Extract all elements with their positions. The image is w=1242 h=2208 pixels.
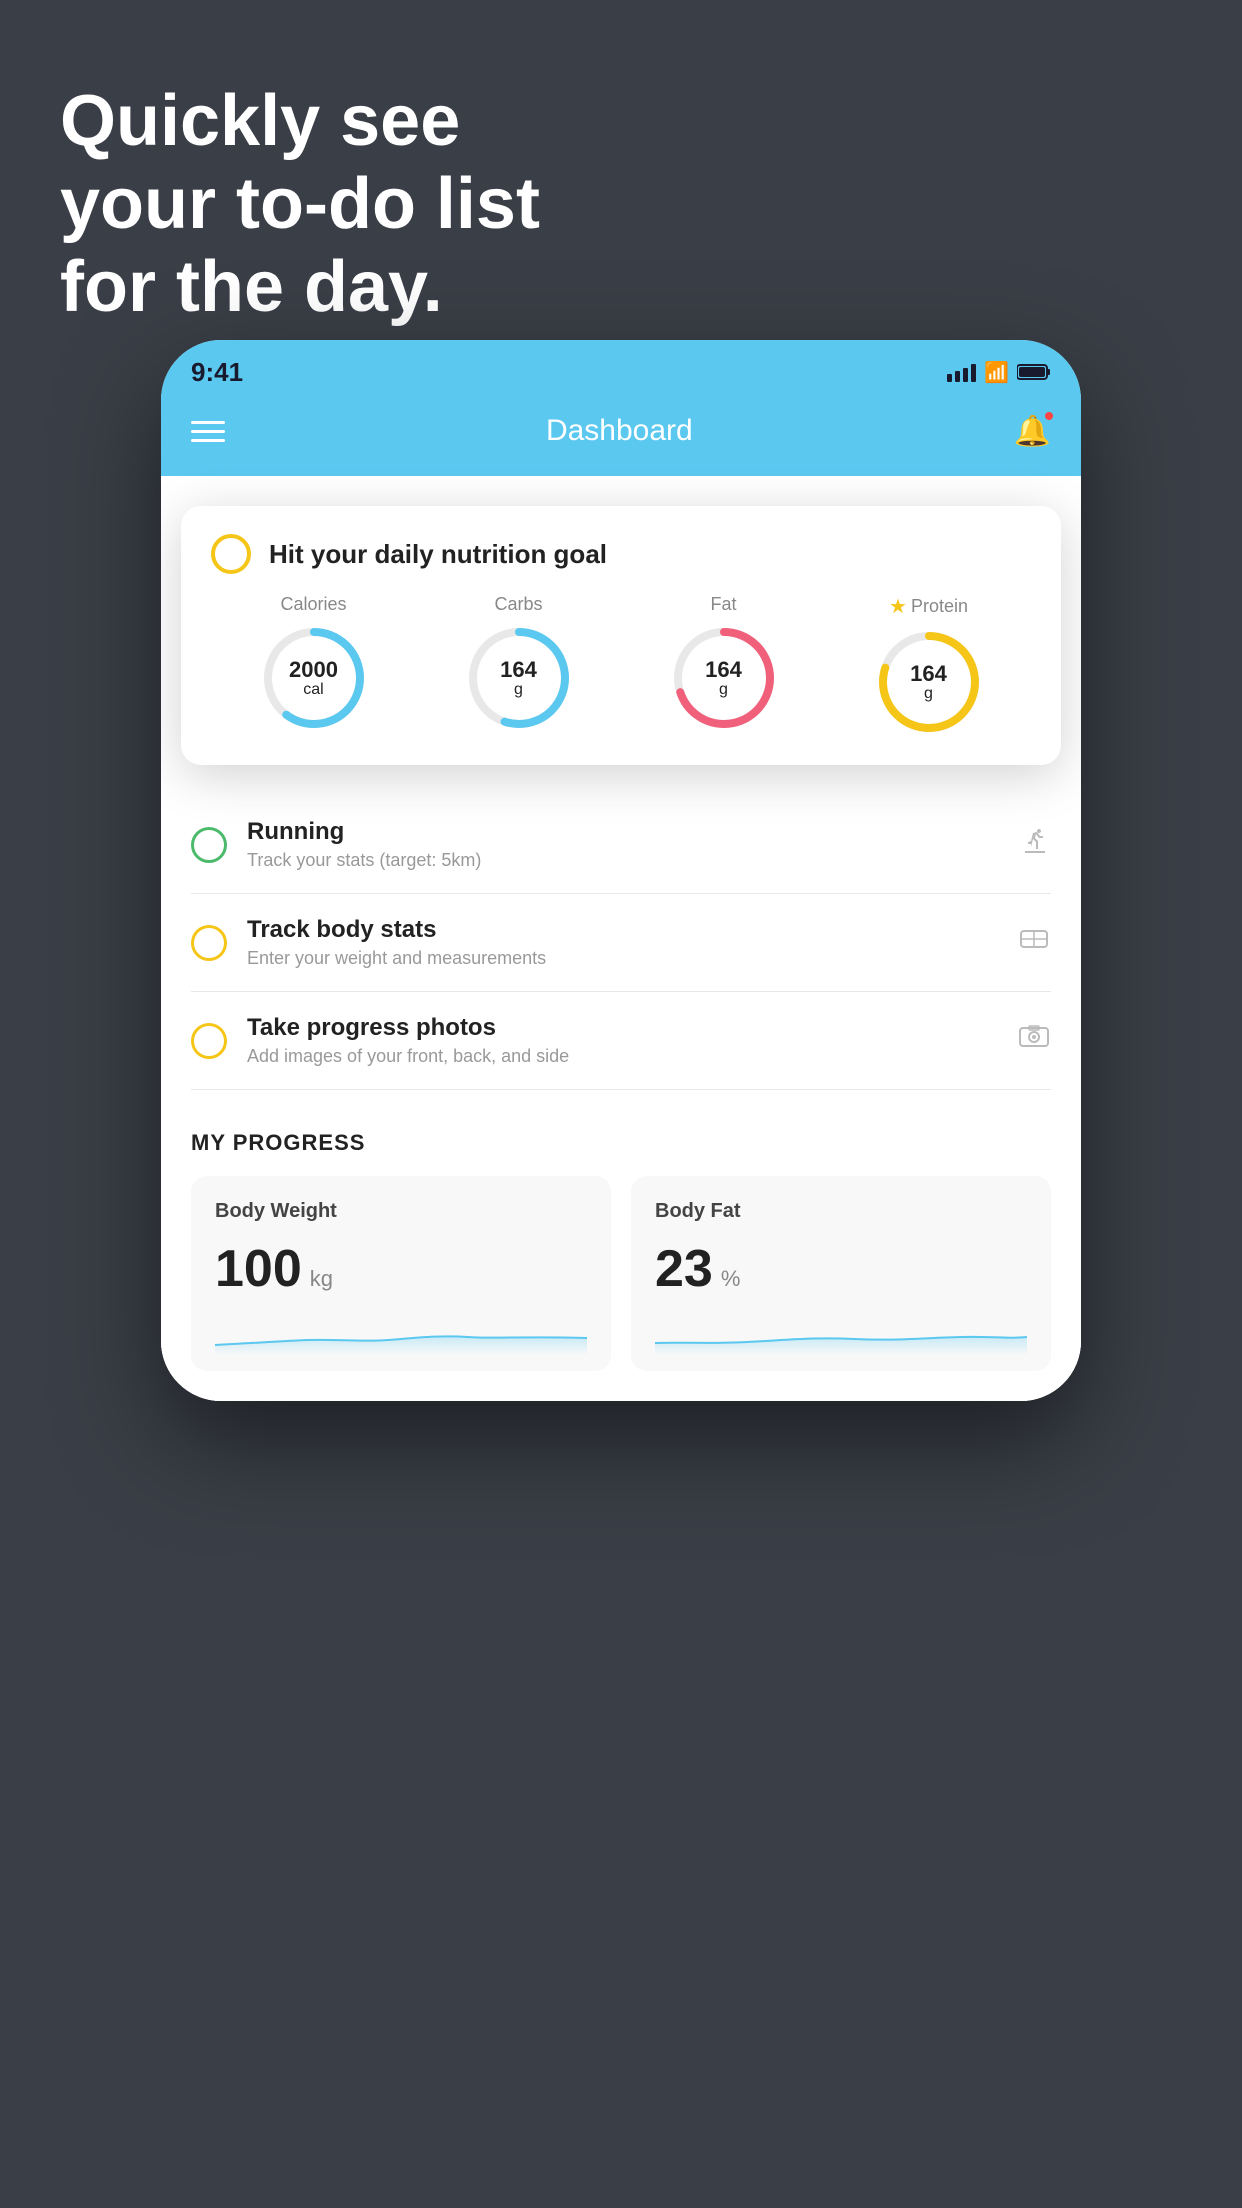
- calories-unit: cal: [289, 682, 338, 698]
- hamburger-menu[interactable]: [191, 421, 225, 442]
- body-weight-title: Body Weight: [215, 1200, 587, 1223]
- hero-line-1: Quickly see: [60, 80, 540, 163]
- progress-photos-text: Take progress photos Add images of your …: [247, 1014, 997, 1067]
- protein-value: 164: [910, 662, 947, 686]
- running-text: Running Track your stats (target: 5km): [247, 818, 997, 871]
- status-time: 9:41: [191, 357, 243, 388]
- nutrition-card: Hit your daily nutrition goal Calories 2…: [181, 506, 1061, 765]
- header-title: Dashboard: [546, 414, 693, 448]
- carbs-label: Carbs: [494, 594, 542, 615]
- running-subtitle: Track your stats (target: 5km): [247, 850, 997, 871]
- body-fat-title: Body Fat: [655, 1200, 1027, 1223]
- body-stats-text: Track body stats Enter your weight and m…: [247, 916, 997, 969]
- todo-item-body-stats[interactable]: Track body stats Enter your weight and m…: [191, 894, 1051, 992]
- protein-unit: g: [910, 686, 947, 702]
- body-weight-chart: [215, 1315, 587, 1355]
- progress-heading: MY PROGRESS: [191, 1130, 1051, 1156]
- app-content: THINGS TO DO TODAY Hit your daily nutrit…: [161, 476, 1081, 1401]
- protein-circle-item: ★ Protein 164 g: [874, 594, 984, 737]
- body-weight-value: 100: [215, 1239, 302, 1299]
- todo-list: Running Track your stats (target: 5km) T…: [161, 796, 1081, 1090]
- nutrition-card-title: Hit your daily nutrition goal: [269, 539, 607, 570]
- body-weight-value-row: 100 kg: [215, 1239, 587, 1299]
- nutrition-circles: Calories 2000 cal Carbs: [211, 594, 1031, 737]
- progress-cards: Body Weight 100 kg: [191, 1176, 1051, 1371]
- progress-photos-subtitle: Add images of your front, back, and side: [247, 1046, 997, 1067]
- notification-bell-button[interactable]: 🔔: [1014, 414, 1051, 449]
- carbs-circle-item: Carbs 164 g: [464, 594, 574, 733]
- running-title: Running: [247, 818, 997, 846]
- progress-photos-check-circle: [191, 1023, 227, 1059]
- fat-ring: 164 g: [669, 623, 779, 733]
- phone-bottom-spacer: [161, 1371, 1081, 1401]
- todo-item-running[interactable]: Running Track your stats (target: 5km): [191, 796, 1051, 894]
- app-header: Dashboard 🔔: [161, 396, 1081, 476]
- hero-line-3: for the day.: [60, 246, 540, 329]
- calories-circle-item: Calories 2000 cal: [259, 594, 369, 733]
- progress-photos-icon: [1017, 1023, 1051, 1058]
- fat-label: Fat: [710, 594, 736, 615]
- carbs-ring: 164 g: [464, 623, 574, 733]
- body-fat-chart: [655, 1315, 1027, 1355]
- calories-value: 2000: [289, 658, 338, 682]
- body-fat-value-row: 23 %: [655, 1239, 1027, 1299]
- nutrition-check-circle: [211, 534, 251, 574]
- calories-label: Calories: [280, 594, 346, 615]
- running-icon: [1017, 827, 1051, 862]
- fat-circle-item: Fat 164 g: [669, 594, 779, 733]
- nutrition-card-header: Hit your daily nutrition goal: [211, 534, 1031, 574]
- signal-icon: [947, 362, 976, 382]
- todo-item-progress-photos[interactable]: Take progress photos Add images of your …: [191, 992, 1051, 1090]
- fat-value: 164: [705, 658, 742, 682]
- body-fat-value: 23: [655, 1239, 713, 1299]
- body-stats-subtitle: Enter your weight and measurements: [247, 948, 997, 969]
- hero-line-2: your to-do list: [60, 163, 540, 246]
- phone-mockup: 9:41 📶 Dashboard 🔔: [161, 340, 1081, 1401]
- body-fat-unit: %: [721, 1266, 741, 1292]
- status-bar: 9:41 📶: [161, 340, 1081, 396]
- carbs-value: 164: [500, 658, 537, 682]
- running-check-circle: [191, 827, 227, 863]
- battery-icon: [1017, 363, 1051, 381]
- body-stats-title: Track body stats: [247, 916, 997, 944]
- body-stats-check-circle: [191, 925, 227, 961]
- calories-ring: 2000 cal: [259, 623, 369, 733]
- body-weight-card[interactable]: Body Weight 100 kg: [191, 1176, 611, 1371]
- hero-text: Quickly see your to-do list for the day.: [60, 80, 540, 328]
- carbs-unit: g: [500, 682, 537, 698]
- body-weight-unit: kg: [310, 1266, 333, 1292]
- protein-label-row: ★ Protein: [889, 594, 968, 619]
- body-fat-card[interactable]: Body Fat 23 %: [631, 1176, 1051, 1371]
- progress-photos-title: Take progress photos: [247, 1014, 997, 1042]
- body-stats-icon: [1017, 925, 1051, 960]
- status-icons: 📶: [947, 360, 1051, 385]
- wifi-icon: 📶: [984, 360, 1009, 385]
- fat-unit: g: [705, 682, 742, 698]
- progress-section: MY PROGRESS Body Weight 100 kg: [161, 1090, 1081, 1371]
- notification-dot: [1043, 410, 1055, 422]
- star-icon: ★: [889, 594, 907, 619]
- protein-label: Protein: [911, 596, 968, 617]
- protein-ring: 164 g: [874, 627, 984, 737]
